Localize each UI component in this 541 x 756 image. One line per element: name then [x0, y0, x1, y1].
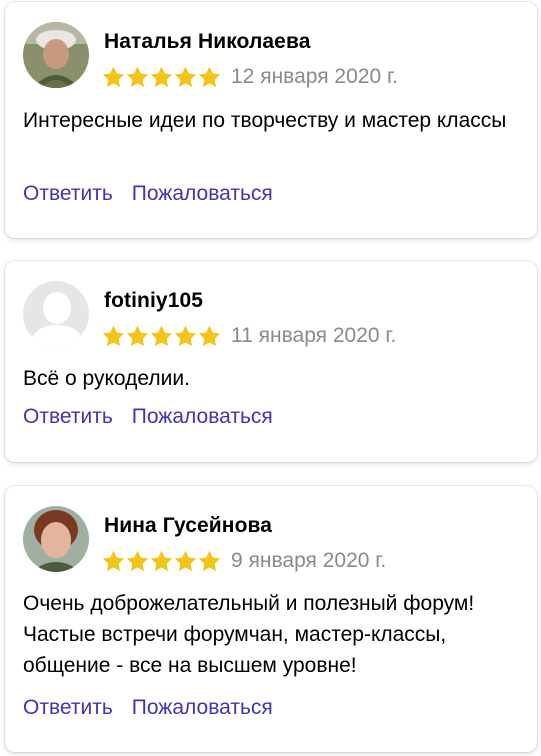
star-icon: [174, 325, 197, 347]
review-date: 9 января 2020 г.: [231, 549, 387, 572]
complain-link[interactable]: Пожаловаться: [132, 696, 273, 720]
review-actions: Ответить Пожаловаться: [23, 182, 273, 206]
star-icon: [150, 66, 173, 88]
rating-stars: [102, 325, 221, 347]
review-text: Интересные идеи по творчеству и мастер к…: [23, 109, 507, 132]
author-name[interactable]: Наталья Николаева: [104, 30, 310, 54]
star-icon: [126, 325, 149, 347]
review-text: Всё о рукоделии.: [23, 367, 190, 390]
star-icon: [174, 66, 197, 88]
star-icon: [198, 66, 221, 88]
star-icon: [102, 325, 125, 347]
review-text: Очень доброжелательный и полезный форум!…: [23, 592, 475, 677]
star-icon: [102, 66, 125, 88]
avatar[interactable]: [23, 506, 89, 572]
star-icon: [102, 550, 125, 572]
avatar[interactable]: [23, 281, 89, 347]
review-card: fotiniy105 11 января 2020 г. Всё о рукод…: [5, 261, 537, 462]
review-actions: Ответить Пожаловаться: [23, 405, 273, 429]
author-name[interactable]: fotiniy105: [104, 289, 203, 313]
rating-stars: [102, 550, 221, 572]
rating-row: 12 января 2020 г.: [102, 63, 398, 91]
complain-link[interactable]: Пожаловаться: [132, 405, 273, 429]
avatar[interactable]: [23, 22, 89, 88]
star-icon: [150, 325, 173, 347]
reviews-list: Наталья Николаева 12 января 2020 г. Инте…: [0, 0, 541, 756]
star-icon: [198, 550, 221, 572]
review-actions: Ответить Пожаловаться: [23, 696, 273, 720]
star-icon: [126, 66, 149, 88]
star-icon: [198, 325, 221, 347]
star-icon: [150, 550, 173, 572]
reply-link[interactable]: Ответить: [23, 696, 113, 720]
complain-link[interactable]: Пожаловаться: [132, 182, 273, 206]
review-date: 12 января 2020 г.: [231, 65, 398, 88]
reply-link[interactable]: Ответить: [23, 405, 113, 429]
author-name[interactable]: Нина Гусейнова: [104, 514, 272, 538]
star-icon: [174, 550, 197, 572]
review-date: 11 января 2020 г.: [231, 324, 397, 347]
reply-link[interactable]: Ответить: [23, 182, 113, 206]
rating-row: 9 января 2020 г.: [102, 547, 386, 575]
review-card: Наталья Николаева 12 января 2020 г. Инте…: [5, 2, 537, 238]
rating-stars: [102, 66, 221, 88]
rating-row: 11 января 2020 г.: [102, 322, 396, 350]
review-card: Нина Гусейнова 9 января 2020 г. Очень до…: [5, 486, 537, 752]
star-icon: [126, 550, 149, 572]
